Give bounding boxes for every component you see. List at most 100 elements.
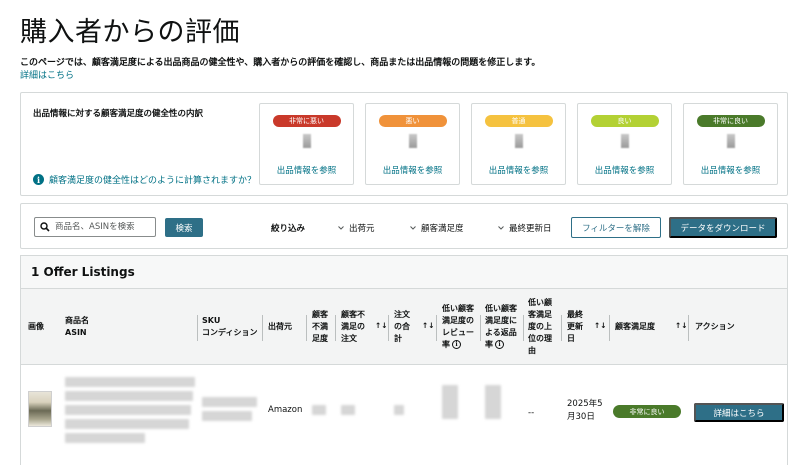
blurred-count xyxy=(408,134,417,148)
health-calculation-help[interactable]: i 顧客満足度の健全性はどのように計算されますか？ xyxy=(33,173,256,186)
col-text: 顧客不 xyxy=(341,310,365,319)
badge-very-poor: 非常に悪い xyxy=(272,115,341,127)
health-card-good: 良い 出品情報を参照 xyxy=(577,103,672,185)
blurred-sku xyxy=(202,397,257,407)
product-thumbnail[interactable] xyxy=(28,391,52,427)
col-low-rating-returns: 低い顧客 満足度に よる返品 率i xyxy=(485,303,517,351)
col-text-with-info: 率i xyxy=(442,339,474,351)
col-text: 満足度に xyxy=(485,316,517,325)
blurred-asin xyxy=(65,433,145,443)
blurred-product-name xyxy=(65,391,193,401)
details-button[interactable]: 詳細はこちら xyxy=(694,403,784,422)
col-text: 満足度の xyxy=(442,316,474,325)
blurred-value xyxy=(312,405,326,415)
badge-good: 良い xyxy=(590,115,659,127)
info-icon: i xyxy=(33,174,44,185)
filter-satisfaction[interactable]: 顧客満足度 xyxy=(409,222,464,234)
col-text: よる返品 xyxy=(485,328,517,337)
col-text: 更新 xyxy=(567,322,583,331)
listings-count: 1 Offer Listings xyxy=(21,256,787,289)
sort-icon[interactable]: ↑↓ xyxy=(422,321,435,330)
search-input[interactable] xyxy=(55,222,153,232)
chevron-down-icon xyxy=(410,226,416,230)
blurred-count xyxy=(514,134,523,148)
blurred-product-name xyxy=(65,377,195,387)
col-dissatisfied-orders[interactable]: 顧客不 満足の 注文 xyxy=(341,309,365,345)
filter-satisfaction-label: 顧客満足度 xyxy=(421,224,464,234)
filter-fulfilled-by-label: 出荷元 xyxy=(349,224,375,234)
blurred-count xyxy=(726,134,735,148)
download-data-button[interactable]: データをダウンロード xyxy=(669,217,777,238)
blurred-count xyxy=(620,134,629,148)
blurred-product-name xyxy=(65,419,189,429)
col-text: 低い顧 xyxy=(528,298,552,307)
col-text: 満足の xyxy=(341,322,365,331)
refine-label: 絞り込み xyxy=(271,224,306,234)
badge-fair: 普通 xyxy=(484,115,553,127)
search-icon xyxy=(35,218,55,236)
blurred-value xyxy=(394,405,404,415)
col-satisfaction[interactable]: 顧客満足度 xyxy=(615,321,655,333)
cell-last-updated-1: 2025年5 xyxy=(567,399,603,409)
col-text: 客満足 xyxy=(528,310,552,319)
view-listings-link[interactable]: 出品情報を参照 xyxy=(578,164,671,176)
table-header: 画像 商品名 ASIN SKU コンディション 出荷元 顧客 不満 足度 顧客不… xyxy=(21,289,787,365)
page-description: このページでは、顧客満足度による出品商品の健全性や、購入者からの評価を確認し、商… xyxy=(20,58,541,68)
col-text: の合 xyxy=(394,322,410,331)
sort-icon[interactable]: ↑↓ xyxy=(675,321,688,330)
col-text: 率 xyxy=(485,340,493,349)
col-text: 日 xyxy=(567,334,575,343)
col-fulfilled-by: 出荷元 xyxy=(268,322,292,331)
health-card-excellent: 非常に良い 出品情報を参照 xyxy=(683,103,778,185)
search-box[interactable] xyxy=(34,217,156,237)
cell-fulfilled-by: Amazon xyxy=(268,405,303,415)
col-text: 顧客 xyxy=(312,310,328,319)
col-text: 計 xyxy=(394,334,402,343)
sort-icon[interactable]: ↑↓ xyxy=(594,321,607,330)
chevron-down-icon xyxy=(338,226,344,230)
blurred-value xyxy=(341,405,355,415)
col-order-total[interactable]: 注文 の合 計 xyxy=(394,309,410,345)
info-icon[interactable]: i xyxy=(452,340,461,349)
search-button[interactable]: 検索 xyxy=(165,218,203,237)
learn-more-link[interactable]: 詳細はこちら xyxy=(20,68,74,81)
col-text: 位の理 xyxy=(528,334,552,343)
page-title: 購入者からの評価 xyxy=(20,17,240,48)
health-card-poor: 悪い 出品情報を参照 xyxy=(365,103,460,185)
col-text: 最終 xyxy=(567,310,583,319)
col-product-name: 商品名 xyxy=(65,316,89,325)
view-listings-link[interactable]: 出品情報を参照 xyxy=(684,164,777,176)
sort-icon[interactable]: ↑↓ xyxy=(375,321,388,330)
health-card-very-poor: 非常に悪い 出品情報を参照 xyxy=(259,103,354,185)
col-low-rating-reviews: 低い顧客 満足度の レビュー 率i xyxy=(442,303,474,351)
badge-excellent: 非常に良い xyxy=(696,115,765,127)
clear-filters-button[interactable]: フィルターを解除 xyxy=(571,217,661,238)
col-last-updated[interactable]: 最終 更新 日 xyxy=(567,309,583,345)
health-cards: 非常に悪い 出品情報を参照 悪い 出品情報を参照 普通 出品情報を参照 良い 出… xyxy=(259,103,778,185)
view-listings-link[interactable]: 出品情報を参照 xyxy=(260,164,353,176)
col-text: 度の上 xyxy=(528,322,552,331)
col-asin: ASIN xyxy=(65,328,87,337)
health-calculation-link[interactable]: 顧客満足度の健全性はどのように計算されますか？ xyxy=(49,173,256,186)
blurred-product-name xyxy=(65,405,191,415)
blurred-value xyxy=(442,385,458,419)
satisfaction-badge: 非常に良い xyxy=(613,405,681,418)
filter-last-updated[interactable]: 最終更新日 xyxy=(497,222,552,234)
col-text: レビュー xyxy=(442,328,474,337)
breakdown-title: 出品情報に対する顧客満足度の健全性の内訳 xyxy=(33,109,204,119)
view-listings-link[interactable]: 出品情報を参照 xyxy=(472,164,565,176)
chevron-down-icon xyxy=(498,226,504,230)
cell-last-updated-2: 月30日 xyxy=(567,412,595,422)
filter-last-updated-label: 最終更新日 xyxy=(509,224,552,234)
col-text: 足度 xyxy=(312,334,328,343)
col-text-with-info: 率i xyxy=(485,339,517,351)
col-text: 率 xyxy=(442,340,450,349)
blurred-condition xyxy=(202,411,252,421)
info-icon[interactable]: i xyxy=(495,340,504,349)
col-text: 注文 xyxy=(341,334,357,343)
filter-fulfilled-by[interactable]: 出荷元 xyxy=(337,222,375,234)
col-actions: アクション xyxy=(695,322,735,331)
badge-poor: 悪い xyxy=(378,115,447,127)
col-dissatisfaction-rate[interactable]: 顧客 不満 足度 xyxy=(312,309,328,345)
view-listings-link[interactable]: 出品情報を参照 xyxy=(366,164,459,176)
